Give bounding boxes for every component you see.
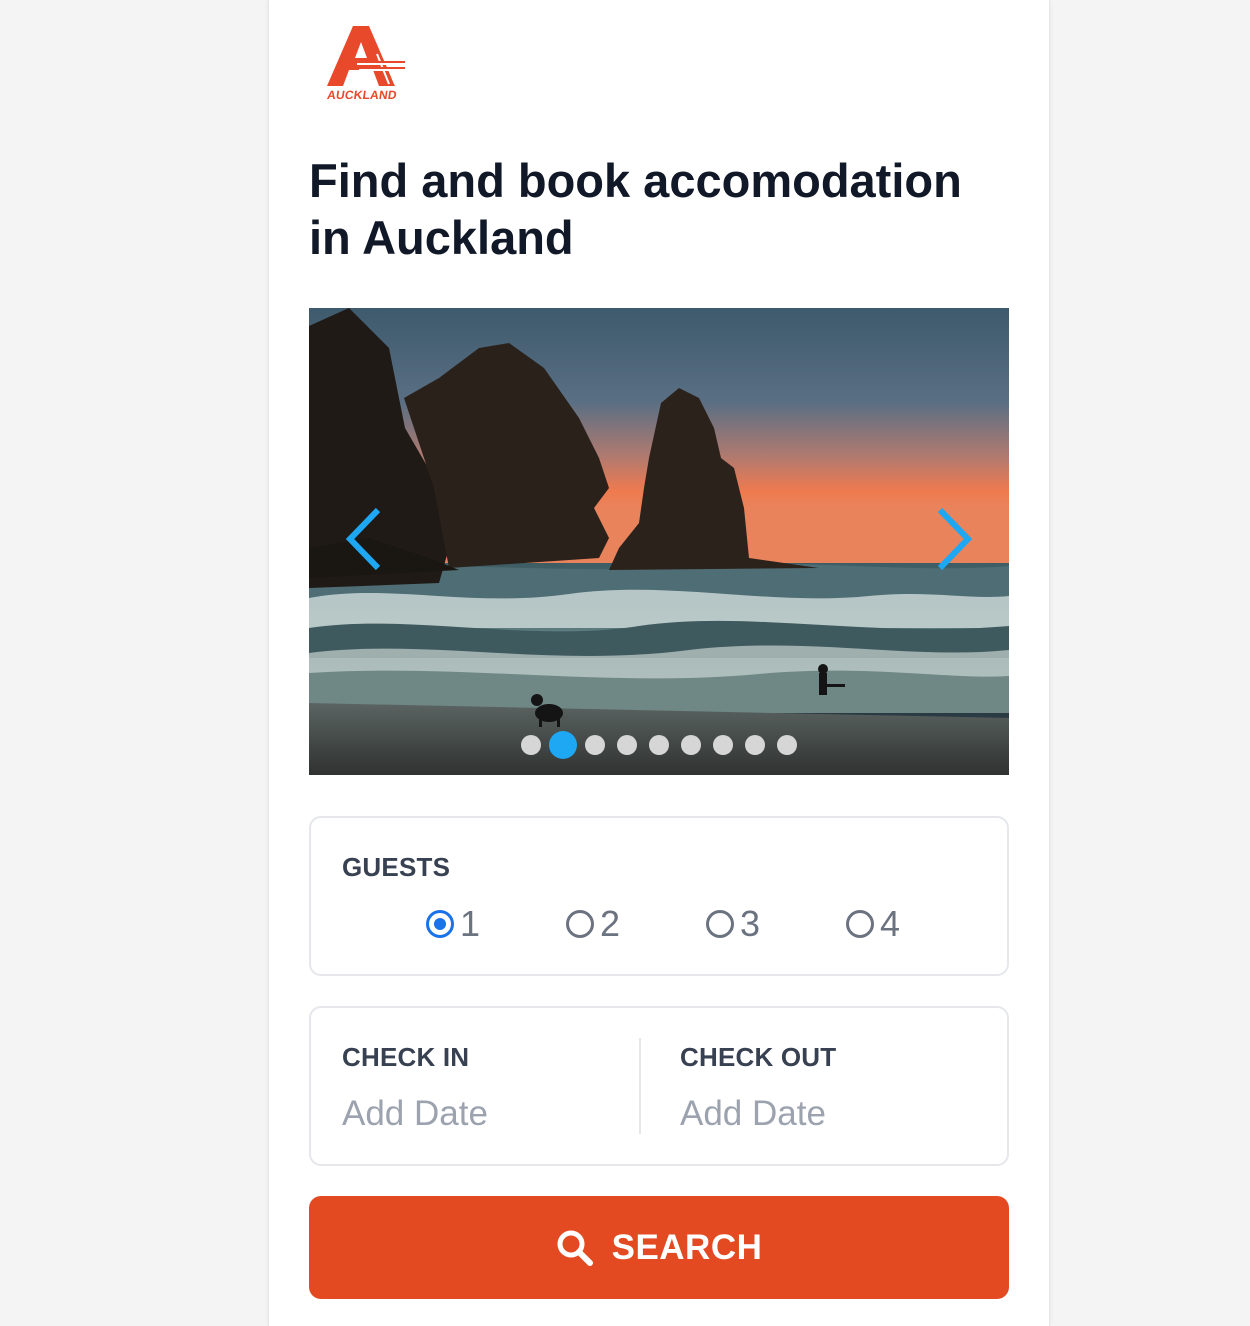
guest-option-label: 4 — [880, 903, 901, 944]
check-in-label: CHECK IN — [342, 1042, 470, 1072]
guests-radio-group: 1 2 3 4 — [426, 904, 926, 944]
carousel-dot[interactable] — [713, 735, 733, 755]
carousel-dot[interactable] — [617, 735, 637, 755]
search-button-label: SEARCH — [611, 1227, 763, 1267]
logo-mark-icon — [327, 26, 405, 86]
carousel-dot[interactable] — [777, 735, 797, 755]
check-out-field[interactable]: CHECK OUT Add Date — [651, 1008, 981, 1164]
image-carousel[interactable] — [309, 308, 1009, 775]
carousel-dot-active[interactable] — [549, 731, 577, 759]
radio-unselected-icon — [566, 910, 594, 938]
search-button[interactable]: SEARCH — [309, 1196, 1009, 1299]
search-icon — [557, 1230, 593, 1266]
check-in-value: Add Date — [342, 1094, 488, 1133]
page-title: Find and book accomodation in Auckland — [309, 154, 962, 264]
auckland-logo[interactable]: AUCKLAND — [317, 24, 407, 104]
dates-panel: CHECK IN Add Date CHECK OUT Add Date — [309, 1006, 1009, 1166]
guests-label: GUESTS — [342, 852, 451, 882]
carousel-dot[interactable] — [745, 735, 765, 755]
carousel-dot[interactable] — [521, 735, 541, 755]
carousel-next-button[interactable] — [929, 504, 979, 574]
carousel-prev-button[interactable] — [339, 504, 389, 574]
guest-option-4[interactable]: 4 — [846, 904, 900, 944]
guest-option-1[interactable]: 1 — [426, 904, 480, 944]
booking-card: AUCKLAND Find and book accomodation in A… — [268, 0, 1050, 1326]
carousel-indicators — [309, 731, 1009, 759]
guest-option-2[interactable]: 2 — [566, 904, 620, 944]
check-out-label: CHECK OUT — [680, 1042, 837, 1072]
guest-option-label: 2 — [600, 903, 621, 944]
carousel-dot[interactable] — [585, 735, 605, 755]
carousel-dot[interactable] — [649, 735, 669, 755]
beach-sunset-image — [309, 308, 1009, 775]
check-out-value: Add Date — [680, 1094, 826, 1133]
guest-option-label: 3 — [740, 903, 761, 944]
chevron-left-icon — [345, 507, 381, 571]
carousel-dot[interactable] — [681, 735, 701, 755]
radio-selected-icon — [426, 910, 454, 938]
guest-option-3[interactable]: 3 — [706, 904, 760, 944]
guests-panel: GUESTS 1 2 3 4 — [309, 816, 1009, 976]
guest-option-label: 1 — [460, 903, 481, 944]
radio-unselected-icon — [706, 910, 734, 938]
check-in-field[interactable]: CHECK IN Add Date — [311, 1008, 641, 1164]
date-divider — [639, 1038, 641, 1134]
chevron-right-icon — [937, 507, 973, 571]
logo-wordmark: AUCKLAND — [326, 88, 398, 102]
radio-unselected-icon — [846, 910, 874, 938]
